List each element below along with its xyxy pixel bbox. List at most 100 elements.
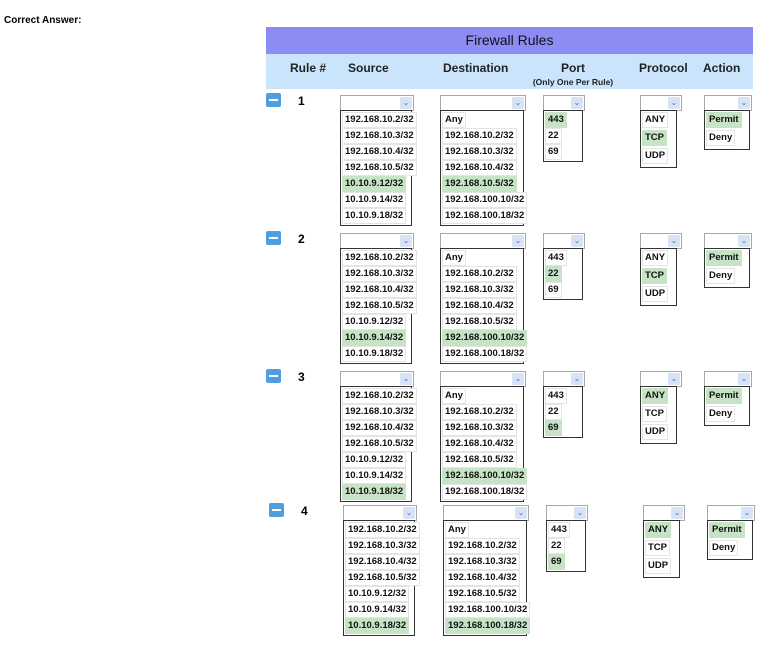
chevron-down-icon[interactable]: ⌄ <box>571 97 583 109</box>
chevron-down-icon[interactable]: ⌄ <box>738 373 750 385</box>
source-option[interactable]: 192.168.10.5/32 <box>345 570 420 586</box>
destination-dropdown[interactable]: ⌄ <box>443 505 529 521</box>
port-option[interactable]: 69 <box>545 144 562 160</box>
chevron-down-icon[interactable]: ⌄ <box>400 97 412 109</box>
chevron-down-icon[interactable]: ⌄ <box>400 235 412 247</box>
protocol-dropdown[interactable]: ⌄ <box>640 371 682 387</box>
source-dropdown[interactable]: ⌄ <box>340 371 414 387</box>
protocol-option[interactable]: TCP <box>642 130 667 146</box>
action-option[interactable]: Permit <box>706 250 742 266</box>
port-dropdown[interactable]: ⌄ <box>543 95 585 111</box>
source-option[interactable]: 192.168.10.3/32 <box>342 404 417 420</box>
source-option[interactable]: 192.168.10.3/32 <box>345 538 420 554</box>
port-dropdown[interactable]: ⌄ <box>543 371 585 387</box>
source-option[interactable]: 10.10.9.18/32 <box>342 208 407 224</box>
destination-option[interactable]: 192.168.10.2/32 <box>442 266 517 282</box>
source-option[interactable]: 192.168.10.3/32 <box>342 128 417 144</box>
action-option[interactable]: Deny <box>709 540 739 556</box>
port-dropdown[interactable]: ⌄ <box>543 233 585 249</box>
source-option[interactable]: 192.168.10.4/32 <box>342 282 417 298</box>
destination-option[interactable]: 192.168.10.2/32 <box>442 128 517 144</box>
source-option[interactable]: 10.10.9.18/32 <box>342 484 407 500</box>
destination-options-list[interactable]: Any 192.168.10.2/32 192.168.10.3/32 192.168… <box>443 520 531 636</box>
chevron-down-icon[interactable]: ⌄ <box>512 97 524 109</box>
source-option[interactable]: 10.10.9.18/32 <box>345 618 410 634</box>
protocol-dropdown[interactable]: ⌄ <box>643 505 685 521</box>
destination-option[interactable]: 192.168.100.10/32 <box>442 468 528 484</box>
destination-option[interactable]: 192.168.10.4/32 <box>442 436 517 452</box>
action-option[interactable]: Deny <box>706 268 736 284</box>
source-option[interactable]: 192.168.10.4/32 <box>342 144 417 160</box>
port-option[interactable]: 443 <box>545 112 567 128</box>
remove-rule-button[interactable] <box>266 93 281 107</box>
remove-rule-button[interactable] <box>269 503 284 517</box>
destination-option[interactable]: Any <box>442 250 466 266</box>
action-dropdown[interactable]: ⌄ <box>704 233 752 249</box>
destination-option[interactable]: 192.168.10.4/32 <box>442 298 517 314</box>
source-options-list[interactable]: 192.168.10.2/32 192.168.10.3/32 192.168.10… <box>340 248 417 364</box>
source-options-list[interactable]: 192.168.10.2/32 192.168.10.3/32 192.168.10… <box>343 520 420 636</box>
destination-option[interactable]: 192.168.100.10/32 <box>442 192 528 208</box>
port-option[interactable]: 22 <box>545 128 562 144</box>
destination-option[interactable]: Any <box>442 388 466 404</box>
source-option[interactable]: 192.168.10.4/32 <box>345 554 420 570</box>
destination-option[interactable]: 192.168.100.18/32 <box>442 484 528 500</box>
source-option[interactable]: 10.10.9.12/32 <box>345 586 410 602</box>
chevron-down-icon[interactable]: ⌄ <box>571 373 583 385</box>
source-option[interactable]: 192.168.10.2/32 <box>342 250 417 266</box>
port-option[interactable]: 69 <box>545 420 562 436</box>
protocol-options-list[interactable]: ANY TCP UDP <box>640 386 677 444</box>
chevron-down-icon[interactable]: ⌄ <box>571 235 583 247</box>
port-options-list[interactable]: 443 22 69 <box>543 386 583 438</box>
source-option[interactable]: 10.10.9.12/32 <box>342 452 407 468</box>
source-option[interactable]: 192.168.10.3/32 <box>342 266 417 282</box>
chevron-down-icon[interactable]: ⌄ <box>738 97 750 109</box>
port-option[interactable]: 22 <box>545 404 562 420</box>
protocol-option[interactable]: UDP <box>642 424 669 440</box>
destination-option[interactable]: 192.168.10.5/32 <box>442 314 517 330</box>
action-options-list[interactable]: Permit Deny <box>704 386 750 426</box>
protocol-option[interactable]: UDP <box>642 148 669 164</box>
source-options-list[interactable]: 192.168.10.2/32 192.168.10.3/32 192.168.10… <box>340 110 417 226</box>
action-option[interactable]: Permit <box>706 388 742 404</box>
action-options-list[interactable]: Permit Deny <box>704 248 750 288</box>
port-option[interactable]: 69 <box>545 282 562 298</box>
destination-option[interactable]: 192.168.100.10/32 <box>445 602 531 618</box>
port-option[interactable]: 443 <box>548 522 570 538</box>
source-option[interactable]: 10.10.9.14/32 <box>342 192 407 208</box>
destination-option[interactable]: 192.168.10.3/32 <box>445 554 520 570</box>
destination-option[interactable]: 192.168.10.3/32 <box>442 282 517 298</box>
destination-option[interactable]: Any <box>445 522 469 538</box>
destination-option[interactable]: 192.168.10.2/32 <box>442 404 517 420</box>
chevron-down-icon[interactable]: ⌄ <box>668 373 680 385</box>
port-option[interactable]: 443 <box>545 250 567 266</box>
protocol-option[interactable]: ANY <box>645 522 672 538</box>
protocol-option[interactable]: UDP <box>642 286 669 302</box>
source-option[interactable]: 10.10.9.12/32 <box>342 176 407 192</box>
destination-option[interactable]: 192.168.10.2/32 <box>445 538 520 554</box>
port-options-list[interactable]: 443 22 69 <box>543 110 583 162</box>
source-option[interactable]: 10.10.9.14/32 <box>342 330 407 346</box>
protocol-dropdown[interactable]: ⌄ <box>640 95 682 111</box>
source-option[interactable]: 192.168.10.2/32 <box>345 522 420 538</box>
action-option[interactable]: Deny <box>706 130 736 146</box>
action-option[interactable]: Deny <box>706 406 736 422</box>
port-options-list[interactable]: 443 22 69 <box>543 248 583 300</box>
action-dropdown[interactable]: ⌄ <box>707 505 755 521</box>
chevron-down-icon[interactable]: ⌄ <box>668 97 680 109</box>
action-dropdown[interactable]: ⌄ <box>704 95 752 111</box>
source-dropdown[interactable]: ⌄ <box>343 505 417 521</box>
destination-option[interactable]: 192.168.10.4/32 <box>442 160 517 176</box>
chevron-down-icon[interactable]: ⌄ <box>403 507 415 519</box>
destination-option[interactable]: 192.168.100.18/32 <box>442 346 528 362</box>
destination-option[interactable]: 192.168.100.18/32 <box>442 208 528 224</box>
remove-rule-button[interactable] <box>266 369 281 383</box>
protocol-dropdown[interactable]: ⌄ <box>640 233 682 249</box>
action-option[interactable]: Permit <box>706 112 742 128</box>
source-option[interactable]: 192.168.10.4/32 <box>342 420 417 436</box>
action-dropdown[interactable]: ⌄ <box>704 371 752 387</box>
destination-option[interactable]: 192.168.10.5/32 <box>445 586 520 602</box>
protocol-option[interactable]: TCP <box>642 406 667 422</box>
action-options-list[interactable]: Permit Deny <box>704 110 750 150</box>
destination-option[interactable]: 192.168.100.18/32 <box>445 618 531 634</box>
